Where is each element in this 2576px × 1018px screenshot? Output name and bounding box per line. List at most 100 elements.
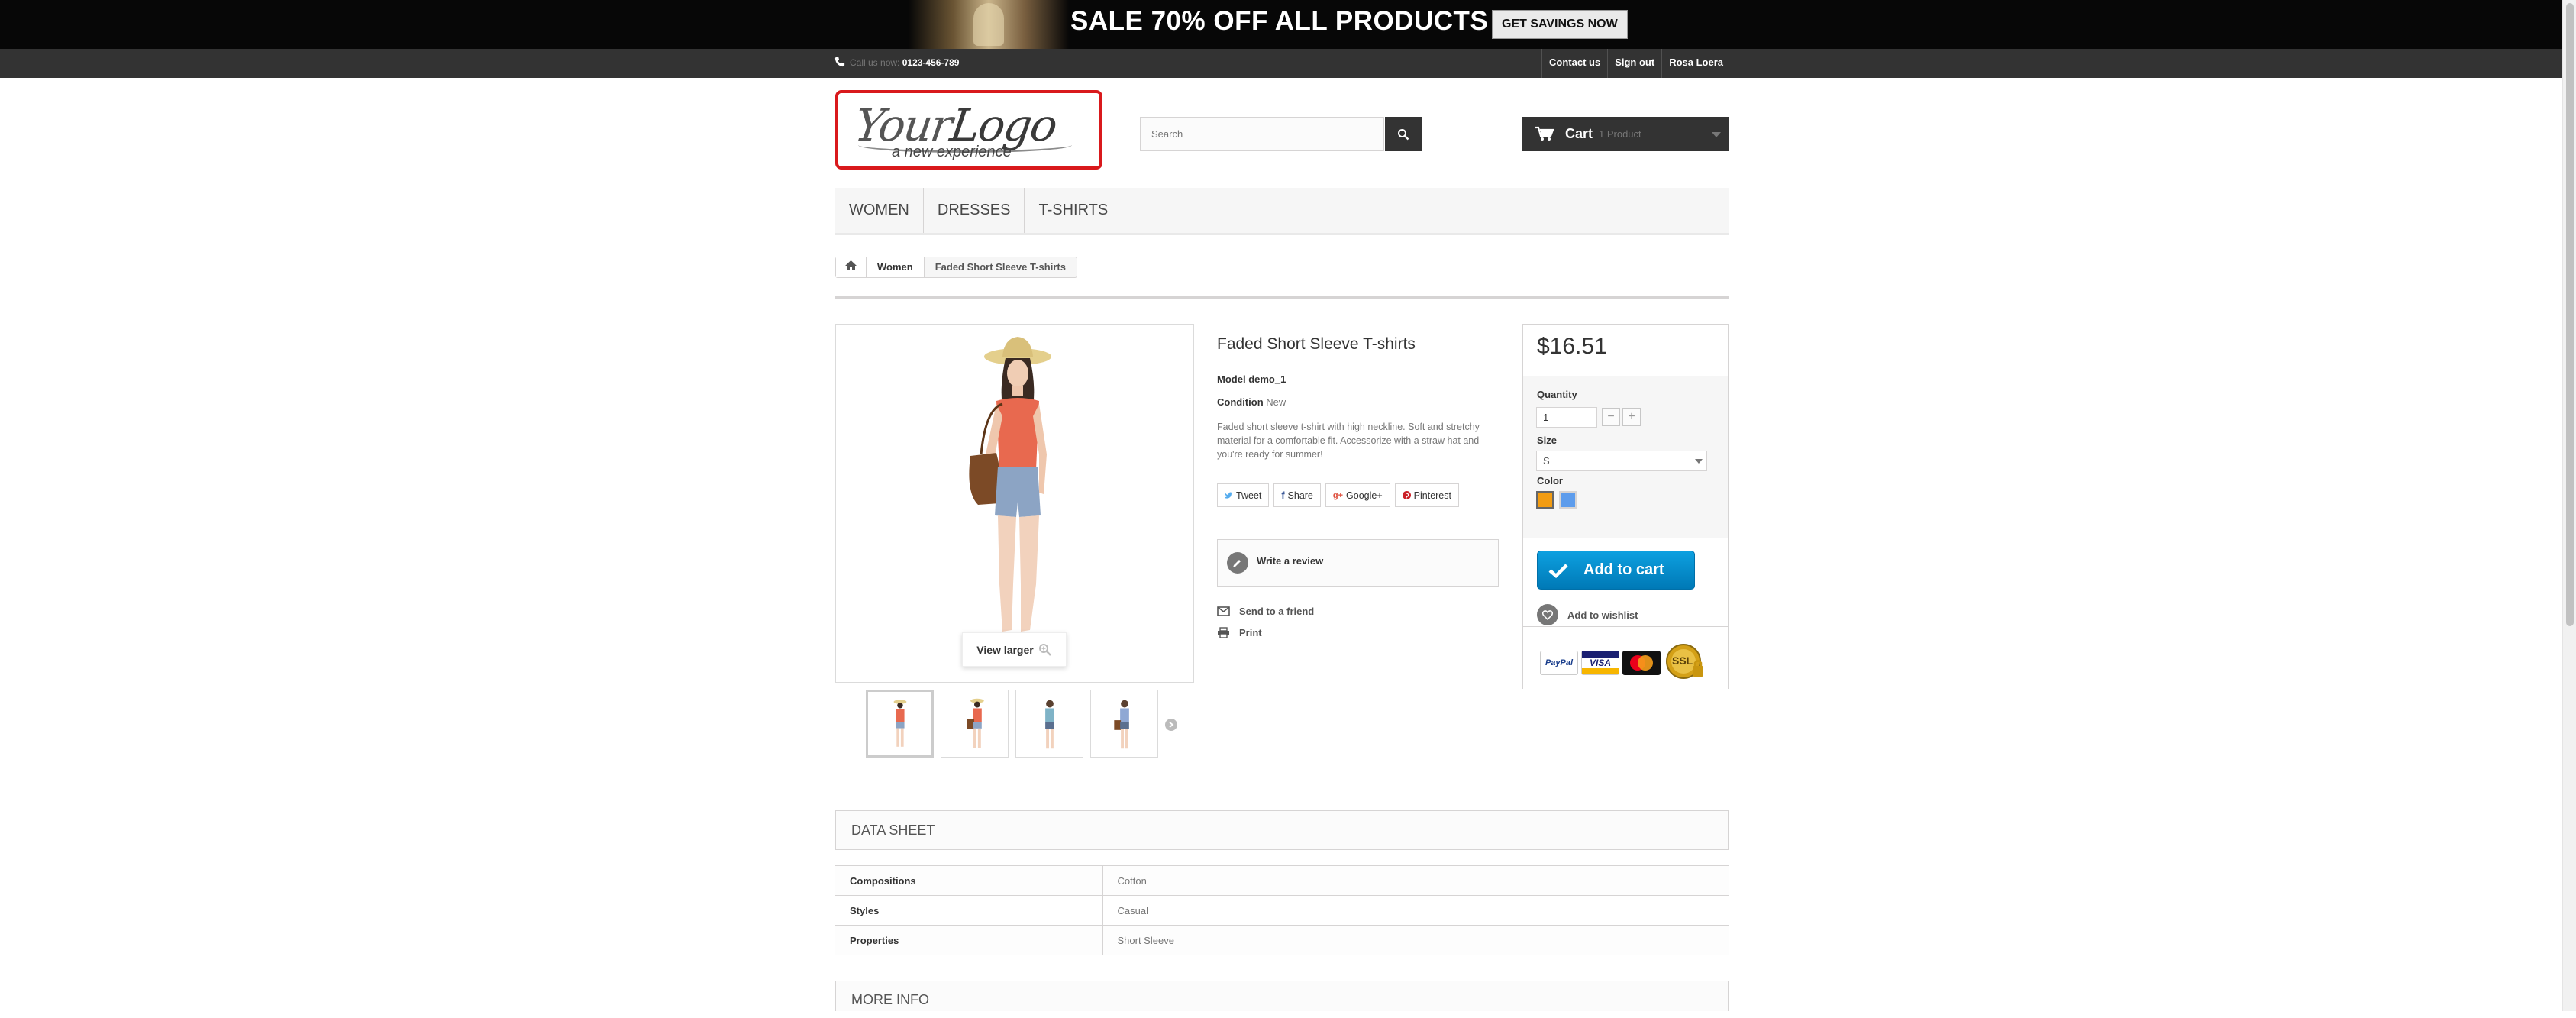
menu-item-tshirts[interactable]: T-SHIRTS bbox=[1025, 188, 1123, 233]
product-title: Faded Short Sleeve T-shirts bbox=[1217, 335, 1416, 353]
phone-number: 0123-456-789 bbox=[902, 57, 960, 68]
color-swatch-orange[interactable] bbox=[1536, 491, 1554, 509]
chevron-down-icon bbox=[1712, 132, 1721, 137]
search-input[interactable] bbox=[1141, 118, 1383, 150]
ssl-badge: SSL bbox=[1664, 643, 1706, 681]
call-label: Call us now: bbox=[850, 57, 900, 68]
table-row: Properties Short Sleeve bbox=[835, 925, 1729, 955]
google-plus-icon: g+ bbox=[1332, 490, 1344, 500]
cart-button[interactable]: Cart 1 Product bbox=[1522, 117, 1729, 151]
data-sheet-value: Casual bbox=[1102, 895, 1729, 926]
banner-headline: SALE 70% OFF ALL PRODUCTS bbox=[1070, 6, 1489, 36]
view-larger-button[interactable]: View larger bbox=[962, 632, 1067, 667]
model-value: demo_1 bbox=[1248, 373, 1286, 385]
size-label: Size bbox=[1537, 435, 1558, 446]
minus-icon: − bbox=[1607, 410, 1615, 423]
home-icon bbox=[845, 260, 857, 270]
data-sheet-heading: DATA SHEET bbox=[835, 810, 1729, 850]
quantity-decrease-button[interactable]: − bbox=[1602, 408, 1620, 426]
envelope-icon bbox=[1217, 606, 1230, 616]
print-link[interactable]: Print bbox=[1217, 627, 1262, 638]
tweet-button[interactable]: Tweet bbox=[1217, 483, 1270, 507]
add-to-cart-button[interactable]: Add to cart bbox=[1537, 551, 1695, 590]
thumbnails-next-button[interactable] bbox=[1165, 719, 1177, 731]
thumbnail-image bbox=[967, 698, 984, 748]
promo-banner[interactable]: SALE 70% OFF ALL PRODUCTS GET SAVINGS NO… bbox=[0, 0, 2562, 49]
send-to-friend-link[interactable]: Send to a friend bbox=[1217, 606, 1314, 617]
product-thumbnail[interactable] bbox=[941, 690, 1009, 758]
printer-icon bbox=[1218, 627, 1229, 638]
call-us: Call us now: 0123-456-789 bbox=[834, 57, 959, 68]
social-share: Tweet f Share g+ Google+ Pinterest bbox=[1217, 483, 1459, 507]
heart-icon bbox=[1537, 604, 1558, 625]
thumbnail-image bbox=[1114, 700, 1129, 749]
checkmark-icon bbox=[1548, 563, 1568, 578]
cart-actions: Add to cart Add to wishlist bbox=[1523, 538, 1728, 627]
write-review-box[interactable]: Write a review bbox=[1217, 539, 1499, 587]
size-select[interactable]: S bbox=[1536, 451, 1707, 471]
view-larger-label: View larger bbox=[976, 643, 1034, 656]
cart-count: 1 Product bbox=[1599, 128, 1641, 140]
breadcrumb-current: Faded Short Sleeve T-shirts bbox=[935, 261, 1066, 273]
quantity-increase-button[interactable]: + bbox=[1622, 408, 1641, 426]
search-box bbox=[1140, 117, 1384, 151]
twitter-icon bbox=[1225, 492, 1233, 499]
menu-item-women[interactable]: WOMEN bbox=[835, 188, 924, 233]
sign-out-link[interactable]: Sign out bbox=[1607, 49, 1661, 78]
breadcrumb: Women Faded Short Sleeve T-shirts bbox=[835, 257, 1077, 278]
data-sheet-key: Properties bbox=[835, 925, 1103, 955]
add-to-wishlist-link[interactable]: Add to wishlist bbox=[1537, 604, 1638, 625]
product-thumbnail[interactable] bbox=[866, 690, 934, 758]
thumbnail-image bbox=[1045, 700, 1054, 749]
main-menu: WOMEN DRESSES T-SHIRTS bbox=[835, 188, 1729, 235]
quantity-label: Quantity bbox=[1537, 389, 1577, 400]
product-thumbnail[interactable] bbox=[1090, 690, 1158, 758]
cart-label: Cart bbox=[1565, 126, 1593, 141]
color-swatch-blue[interactable] bbox=[1559, 491, 1577, 509]
facebook-share-button[interactable]: f Share bbox=[1273, 483, 1321, 507]
site-logo[interactable]: YourLogo a new experience bbox=[835, 90, 1102, 170]
visa-logo: VISA bbox=[1581, 651, 1619, 675]
page-scrollbar[interactable] bbox=[2562, 0, 2576, 1011]
phone-icon bbox=[834, 57, 845, 67]
product-thumbnail[interactable] bbox=[1015, 690, 1083, 758]
logo-tagline: a new experience bbox=[892, 144, 1012, 160]
breadcrumb-home[interactable] bbox=[836, 257, 867, 277]
more-info-heading: MORE INFO bbox=[835, 981, 1729, 1011]
section-divider bbox=[835, 296, 1729, 299]
chevron-down-icon bbox=[1690, 451, 1706, 470]
product-price: $16.51 bbox=[1537, 334, 1607, 359]
model-label: Model bbox=[1217, 373, 1246, 385]
condition-label: Condition bbox=[1217, 396, 1264, 408]
product-condition: Condition New bbox=[1217, 396, 1286, 408]
menu-item-dresses[interactable]: DRESSES bbox=[924, 188, 1025, 233]
contact-us-link[interactable]: Contact us bbox=[1541, 49, 1607, 78]
account-links: Contact us Sign out Rosa Loera bbox=[1541, 49, 1730, 78]
cart-icon bbox=[1535, 126, 1554, 141]
product-main-image[interactable] bbox=[835, 324, 1194, 683]
data-sheet-key: Styles bbox=[835, 895, 1103, 926]
account-user-link[interactable]: Rosa Loera bbox=[1661, 49, 1730, 78]
add-to-cart-label: Add to cart bbox=[1583, 561, 1664, 578]
condition-value: New bbox=[1266, 396, 1286, 408]
price-area: $16.51 bbox=[1523, 325, 1728, 376]
search-button[interactable] bbox=[1385, 117, 1422, 151]
color-label: Color bbox=[1537, 475, 1563, 486]
pinterest-button[interactable]: Pinterest bbox=[1394, 483, 1459, 507]
quantity-input[interactable]: 1 bbox=[1536, 407, 1597, 428]
product-model: Model demo_1 bbox=[1217, 373, 1286, 385]
scrollbar-thumb[interactable] bbox=[2566, 3, 2574, 626]
thumbnail-image bbox=[893, 700, 907, 747]
size-value: S bbox=[1543, 455, 1550, 467]
google-plus-button[interactable]: g+ Google+ bbox=[1325, 483, 1390, 507]
chevron-right-icon bbox=[1169, 722, 1174, 728]
data-sheet-key: Compositions bbox=[835, 865, 1103, 896]
write-review-link[interactable]: Write a review bbox=[1257, 555, 1323, 567]
get-savings-button[interactable]: GET SAVINGS NOW bbox=[1492, 10, 1628, 39]
model-photo bbox=[969, 337, 1051, 641]
pencil-icon bbox=[1227, 552, 1248, 574]
breadcrumb-women[interactable]: Women bbox=[867, 257, 925, 277]
banner-photo bbox=[909, 0, 1069, 49]
mastercard-logo bbox=[1622, 651, 1661, 675]
facebook-icon: f bbox=[1281, 490, 1285, 501]
